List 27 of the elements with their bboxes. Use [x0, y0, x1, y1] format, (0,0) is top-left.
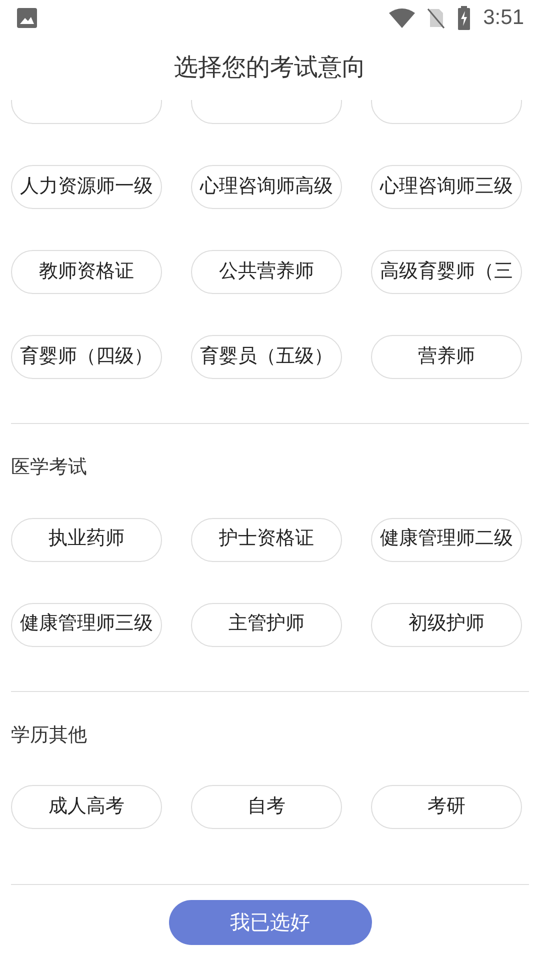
- option-chip[interactable]: 心理咨询师三级: [371, 165, 522, 209]
- option-chip[interactable]: 人力资源师一级: [11, 165, 162, 209]
- option-chip[interactable]: 育婴员（五级）: [191, 335, 342, 379]
- option-chip[interactable]: 成人高考: [11, 785, 162, 829]
- option-chip[interactable]: 初级护师: [371, 602, 522, 646]
- option-chip[interactable]: 教师资格证: [11, 250, 162, 294]
- page-title: 选择您的考试意向: [174, 53, 366, 83]
- section-heading: 学历其他: [11, 724, 87, 746]
- wifi-icon: [389, 8, 416, 28]
- option-chip[interactable]: 营养师: [371, 335, 522, 379]
- status-time: 3:51: [483, 5, 524, 32]
- image-icon: [16, 7, 38, 29]
- option-chip[interactable]: 执业药师: [11, 518, 162, 562]
- option-chip[interactable]: 自考: [191, 785, 342, 829]
- no-sim-icon: [427, 7, 446, 29]
- option-chip[interactable]: 护士资格证: [191, 518, 342, 562]
- confirm-button[interactable]: 我已选好: [168, 900, 372, 945]
- section-heading: 医学考试: [11, 457, 87, 478]
- battery-charging-icon: [457, 6, 472, 30]
- option-chip[interactable]: 公共营养师: [191, 250, 342, 294]
- option-chip[interactable]: 健康管理师二级: [371, 518, 522, 562]
- option-chip[interactable]: 主管护师: [191, 602, 342, 646]
- option-chip[interactable]: 健康管理师三级: [11, 602, 162, 646]
- option-chip[interactable]: 心理咨询师高级: [191, 165, 342, 209]
- option-chip[interactable]: 高级育婴师（三: [371, 250, 522, 294]
- option-chip[interactable]: 育婴师（四级）: [11, 335, 162, 379]
- option-chip[interactable]: 考研: [371, 785, 522, 829]
